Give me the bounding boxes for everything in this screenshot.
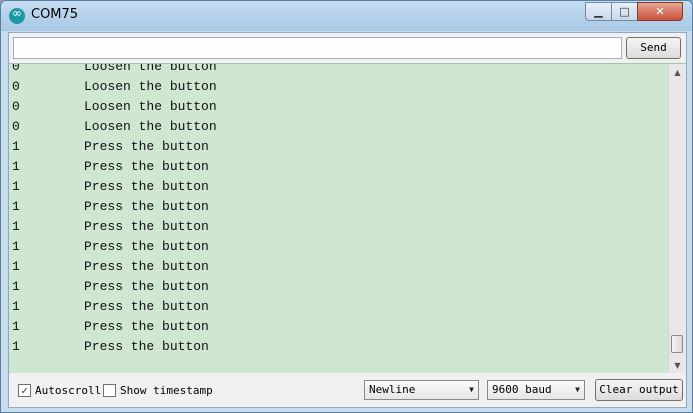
output-message: Press the button: [84, 279, 209, 294]
output-line: 1 Press the button: [12, 277, 209, 297]
output-line: 1 Press the button: [12, 157, 209, 177]
button-state-value: 1: [12, 319, 20, 334]
output-message: Press the button: [84, 259, 209, 274]
baud-rate-value: 9600 baud: [492, 383, 552, 396]
output-line: 0 Loosen the button: [12, 97, 217, 117]
output-message: Press the button: [84, 319, 209, 334]
chevron-down-icon: ▼: [469, 385, 474, 394]
output-line: 1 Press the button: [12, 197, 209, 217]
button-state-value: 1: [12, 339, 20, 354]
bottom-toolbar: ✓ Autoscroll Show timestamp Newline ▼ 96…: [9, 373, 686, 407]
send-input[interactable]: [13, 37, 622, 59]
button-state-value: 1: [12, 179, 20, 194]
output-line: 1 Press the button: [12, 137, 209, 157]
serial-output[interactable]: 1 Press the button 1 Press the button 1 Press…: [9, 63, 686, 374]
button-state-value: 0: [12, 63, 20, 74]
button-state-value: 0: [12, 119, 20, 134]
button-state-value: 1: [12, 299, 20, 314]
button-state-value: 1: [12, 279, 20, 294]
chevron-down-icon: ▼: [575, 385, 580, 394]
button-state-value: 0: [12, 99, 20, 114]
close-button[interactable]: ✕: [637, 2, 683, 21]
output-message: Press the button: [84, 239, 209, 254]
button-state-value: 1: [12, 219, 20, 234]
show-timestamp-label: Show timestamp: [120, 384, 213, 397]
show-timestamp-checkbox[interactable]: [103, 384, 116, 397]
output-line: 1 Press the button: [12, 257, 209, 277]
close-icon: ✕: [655, 5, 665, 18]
output-line: 1 Press the button: [12, 177, 209, 197]
output-line: 1 Press the button: [12, 217, 209, 237]
client-area: Send 1 Press the button 1 Press the button 1…: [8, 32, 687, 408]
autoscroll-checkbox[interactable]: ✓: [18, 384, 31, 397]
scroll-down-icon[interactable]: ▼: [669, 357, 686, 374]
button-state-value: 1: [12, 159, 20, 174]
maximize-button[interactable]: □: [611, 2, 638, 21]
output-message: Press the button: [84, 199, 209, 214]
checkmark-icon: ✓: [21, 384, 28, 397]
output-line: 0 Loosen the button: [12, 63, 217, 77]
output-line: 1 Press the button: [12, 237, 209, 257]
clear-output-button[interactable]: Clear output: [595, 379, 683, 401]
button-state-value: 1: [12, 239, 20, 254]
serial-monitor-window: COM75 ▁ □ ✕ Send 1 Press the button 1 Press…: [0, 0, 693, 413]
send-button[interactable]: Send: [626, 37, 681, 59]
output-line: 0 Loosen the button: [12, 77, 217, 97]
output-message: Press the button: [84, 299, 209, 314]
button-state-value: 0: [12, 79, 20, 94]
title-bar[interactable]: COM75 ▁ □ ✕: [1, 1, 692, 31]
output-line: 1 Press the button: [12, 297, 209, 317]
scroll-up-icon[interactable]: ▲: [669, 64, 686, 81]
output-message: Press the button: [84, 159, 209, 174]
maximize-icon: □: [619, 5, 630, 18]
output-line: 0 Loosen the button: [12, 117, 217, 137]
output-message: Loosen the button: [84, 99, 217, 114]
output-message: Press the button: [84, 139, 209, 154]
output-message: Press the button: [84, 339, 209, 354]
button-state-value: 1: [12, 199, 20, 214]
output-message: Press the button: [84, 179, 209, 194]
minimize-icon: ▁: [594, 5, 603, 18]
autoscroll-label: Autoscroll: [35, 384, 102, 397]
button-state-value: 1: [12, 139, 20, 154]
output-line: 1 Press the button: [12, 337, 209, 357]
line-ending-select[interactable]: Newline ▼: [364, 380, 479, 400]
arduino-icon: [9, 6, 25, 24]
output-message: Loosen the button: [84, 79, 217, 94]
button-state-value: 1: [12, 259, 20, 274]
window-title: COM75: [31, 7, 79, 22]
output-message: Loosen the button: [84, 63, 217, 74]
minimize-button[interactable]: ▁: [585, 2, 612, 21]
line-ending-value: Newline: [369, 383, 416, 396]
output-line: 1 Press the button: [12, 317, 209, 337]
vertical-scrollbar[interactable]: ▲ ▼: [668, 64, 686, 374]
output-message: Loosen the button: [84, 119, 217, 134]
scrollbar-thumb[interactable]: [671, 335, 683, 353]
output-message: Press the button: [84, 219, 209, 234]
baud-rate-select[interactable]: 9600 baud ▼: [487, 380, 585, 400]
